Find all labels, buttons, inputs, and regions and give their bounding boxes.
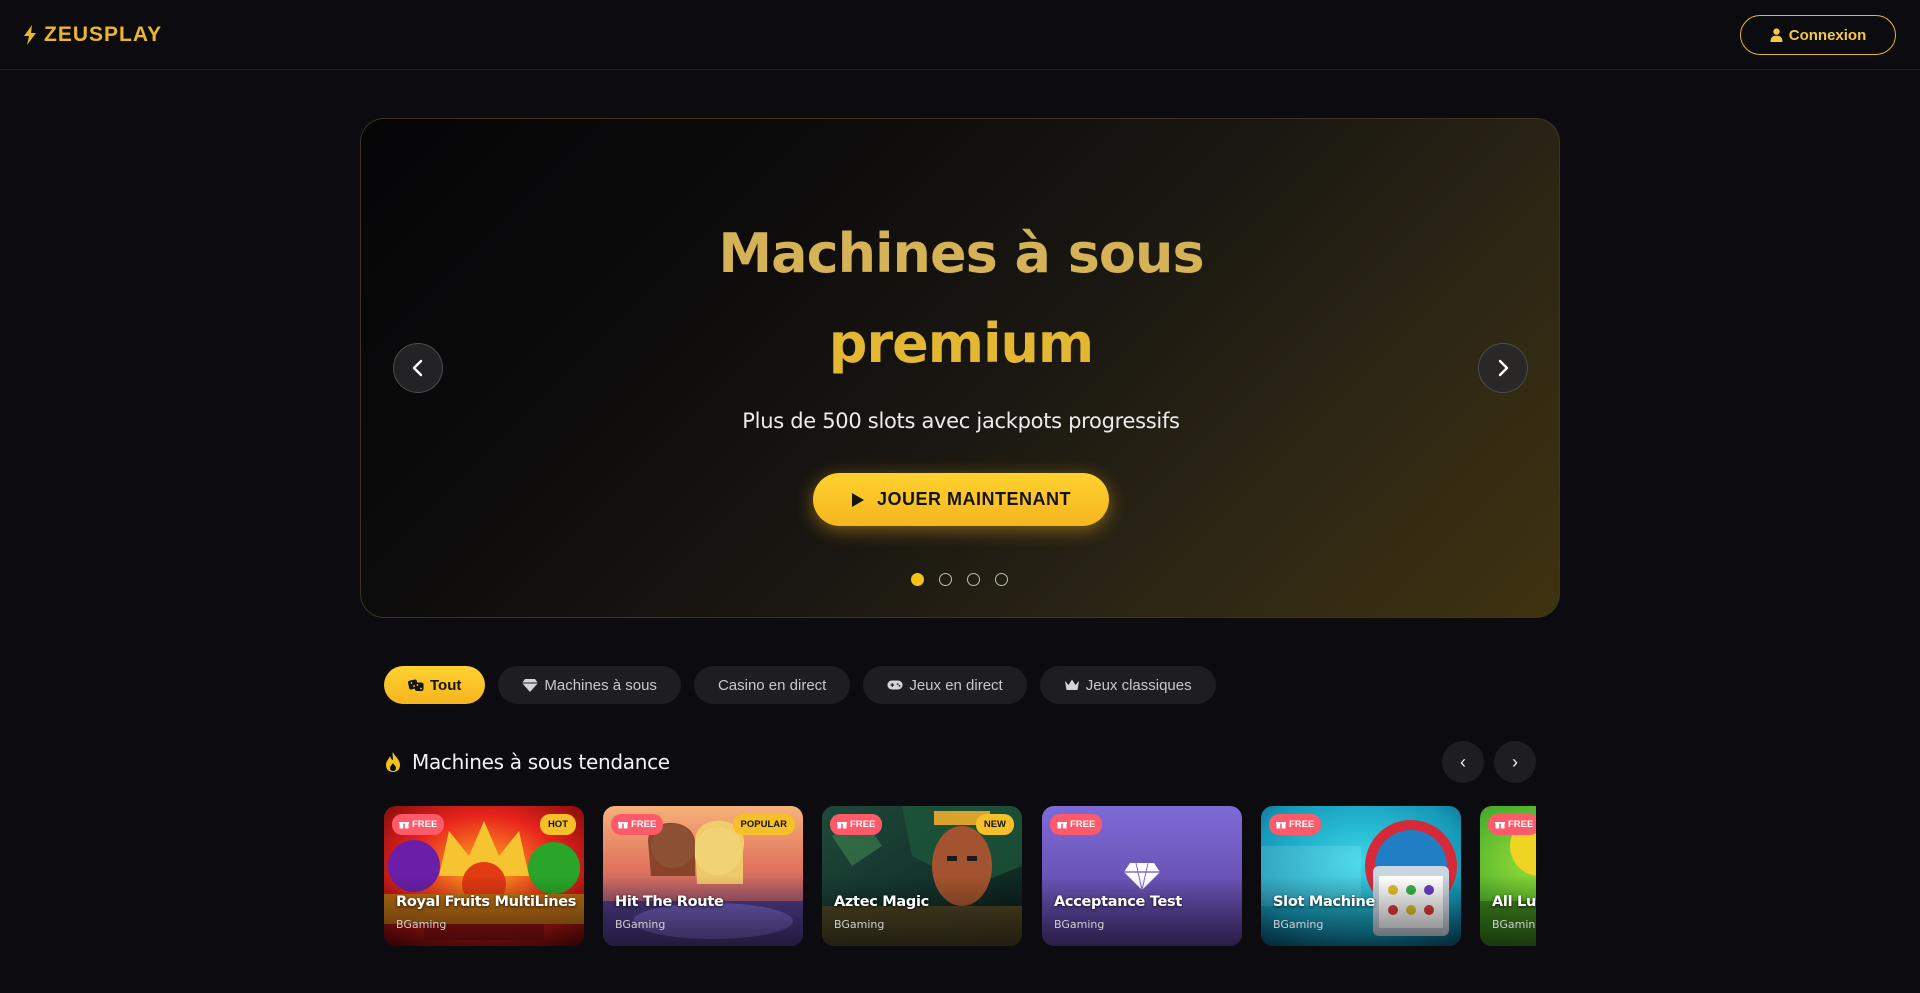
hot-badge: HOT xyxy=(539,814,576,835)
game-title: Hit The Route xyxy=(615,894,724,910)
filter-classic-games-label: Jeux classiques xyxy=(1085,676,1192,694)
hero-title: Machines à sous premium xyxy=(361,209,1559,389)
filter-live-games-label: Jeux en direct xyxy=(909,676,1003,694)
carousel-dot-1[interactable] xyxy=(911,572,924,586)
filter-classic-games[interactable]: Jeux classiques xyxy=(1039,666,1216,704)
game-title: Slot Machine xyxy=(1273,894,1376,910)
filter-live-casino[interactable]: Casino en direct xyxy=(693,666,851,704)
free-badge: FREE xyxy=(611,814,664,835)
section-title-trending: Machines à sous tendance xyxy=(384,746,670,778)
game-card-slot-machine[interactable]: FREE Slot Machine BGaming xyxy=(1261,806,1461,946)
login-label: Connexion xyxy=(1788,26,1867,44)
gift-icon xyxy=(1276,821,1286,829)
game-provider: BGaming xyxy=(1054,918,1105,931)
free-badge-label: FREE xyxy=(412,819,438,830)
game-card-aztec-magic[interactable]: FREE NEW Aztec Magic BGaming xyxy=(822,806,1022,946)
free-badge: FREE xyxy=(1269,814,1322,835)
brand-name: ZEUSPLAY xyxy=(44,23,163,46)
trending-games-row: FREE HOT Royal Fruits MultiLines BGaming… xyxy=(384,806,1536,948)
gem-icon xyxy=(522,679,539,692)
game-title: Acceptance Test xyxy=(1054,894,1183,910)
brand-logo[interactable]: ZEUSPLAY xyxy=(22,21,162,49)
gift-icon xyxy=(1495,821,1505,829)
game-card-acceptance-test[interactable]: FREE Acceptance Test BGaming xyxy=(1042,806,1242,946)
carousel-dot-2[interactable] xyxy=(939,572,952,586)
trending-next-button[interactable]: › xyxy=(1494,741,1536,783)
lightning-icon xyxy=(24,25,36,45)
free-badge-label: FREE xyxy=(631,819,657,830)
game-provider: BGaming xyxy=(1492,918,1536,931)
free-badge: FREE xyxy=(830,814,883,835)
card-shade xyxy=(1042,876,1242,946)
gamepad-icon xyxy=(887,680,903,690)
popular-badge: POPULAR xyxy=(732,814,795,835)
gift-icon xyxy=(837,821,847,829)
crown-icon xyxy=(1064,679,1079,690)
game-provider: BGaming xyxy=(615,918,666,931)
filter-all-label: Tout xyxy=(430,676,462,694)
card-shade xyxy=(822,876,1022,946)
carousel-dot-3[interactable] xyxy=(967,572,980,586)
free-badge-label: FREE xyxy=(850,819,876,830)
filter-live-games[interactable]: Jeux en direct xyxy=(863,666,1027,704)
section-title-text: Machines à sous tendance xyxy=(412,750,670,774)
game-provider: BGaming xyxy=(834,918,885,931)
play-now-label: JOUER MAINTENANT xyxy=(876,489,1071,509)
free-badge-label: FREE xyxy=(1070,819,1096,830)
free-badge: FREE xyxy=(1050,814,1103,835)
carousel-prev-button[interactable] xyxy=(393,343,443,393)
carousel-dot-4[interactable] xyxy=(995,572,1008,586)
trending-prev-button[interactable]: ‹ xyxy=(1442,741,1484,783)
free-badge: FREE xyxy=(392,814,445,835)
card-shade xyxy=(384,876,584,946)
game-provider: BGaming xyxy=(396,918,447,931)
hero-title-line1: Machines à sous xyxy=(718,222,1204,285)
filter-slots[interactable]: Machines à sous xyxy=(498,666,681,704)
hero-title-line2: premium xyxy=(828,312,1094,375)
filter-slots-label: Machines à sous xyxy=(544,676,657,694)
top-header: ZEUSPLAY Connexion xyxy=(0,0,1920,70)
game-title: All Luc xyxy=(1492,894,1536,910)
hero-subtitle: Plus de 500 slots avec jackpots progress… xyxy=(742,409,1180,433)
new-badge: NEW xyxy=(975,814,1014,835)
fire-icon xyxy=(386,752,400,772)
dice-icon xyxy=(408,679,424,691)
free-badge: FREE xyxy=(1488,814,1536,835)
play-icon xyxy=(851,492,864,507)
card-shade xyxy=(1480,876,1536,946)
game-provider: BGaming xyxy=(1273,918,1324,931)
filter-all[interactable]: Tout xyxy=(384,666,486,704)
game-card-royal-fruits[interactable]: FREE HOT Royal Fruits MultiLines BGaming xyxy=(384,806,584,946)
play-now-button[interactable]: JOUER MAINTENANT xyxy=(813,473,1109,526)
gift-icon xyxy=(399,821,409,829)
category-filters: Tout Machines à sous Casino en direct Je… xyxy=(384,666,1216,704)
carousel-dots xyxy=(911,572,1011,586)
gift-icon xyxy=(1057,821,1067,829)
game-card-hit-the-route[interactable]: FREE POPULAR Hit The Route BGaming xyxy=(603,806,803,946)
filter-live-casino-label: Casino en direct xyxy=(717,676,827,694)
game-card-all-lucky[interactable]: FREE All Luc BGaming xyxy=(1480,806,1536,946)
chevron-right-icon xyxy=(1498,359,1509,377)
card-shade xyxy=(1261,876,1461,946)
game-title: Aztec Magic xyxy=(834,894,929,910)
chevron-left-icon xyxy=(412,359,423,377)
game-title: Royal Fruits MultiLines xyxy=(396,894,577,910)
gift-icon xyxy=(618,821,628,829)
free-badge-label: FREE xyxy=(1289,819,1315,830)
free-badge-label: FREE xyxy=(1508,819,1534,830)
hero-carousel: Machines à sous premium Plus de 500 slot… xyxy=(360,118,1560,618)
card-shade xyxy=(603,876,803,946)
login-button[interactable]: Connexion xyxy=(1740,15,1896,55)
user-icon xyxy=(1770,28,1783,42)
carousel-next-button[interactable] xyxy=(1478,343,1528,393)
